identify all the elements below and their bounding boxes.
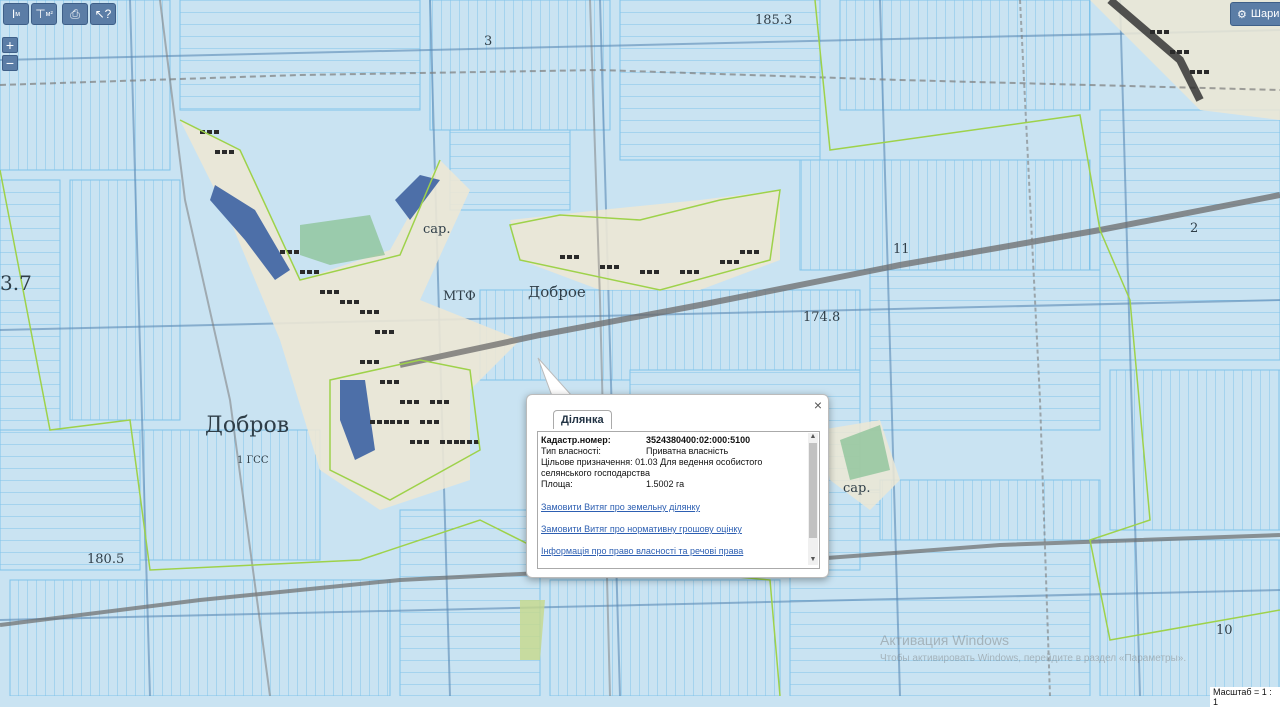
measure-area-button[interactable]: ⊤ м² <box>31 3 57 25</box>
map-label: 3 <box>484 34 492 49</box>
zoom-in-button[interactable]: + <box>2 37 18 53</box>
area-label: Площа: <box>541 479 573 489</box>
popup-scrollbar[interactable]: ▲ ▼ <box>808 433 818 565</box>
map-label: 2 <box>1190 221 1198 236</box>
cadastral-label: Кадастр.номер: <box>541 435 611 445</box>
map-label: 185.3 <box>755 13 792 28</box>
cadastral-value: 3524380400:02:000:5100 <box>646 435 751 445</box>
area-value: 1.5002 га <box>646 479 685 489</box>
order-valuation-extract-link[interactable]: Замовити Витяг про нормативну грошову оц… <box>541 524 803 534</box>
map-label: 3.7 <box>0 271 32 295</box>
map-label: МТФ <box>443 289 476 304</box>
map-label: сар. <box>843 481 871 496</box>
ownership-row: Тип власності: Приватна власність <box>541 446 803 457</box>
ownership-info-link[interactable]: Інформація про право власності та речові… <box>541 546 803 556</box>
gear-icon: ⚙ <box>1237 8 1247 21</box>
zoom-out-button[interactable]: − <box>2 55 18 71</box>
map-label: сар. <box>423 222 451 237</box>
map-label: 1 ГСС <box>237 455 269 466</box>
map-label: 174.8 <box>803 310 840 325</box>
popup-panel: Кадастр.номер: 3524380400:02:000:5100 Ти… <box>537 431 820 569</box>
zoom-control: + − <box>2 37 18 71</box>
parcel-info: Кадастр.номер: 3524380400:02:000:5100 Ти… <box>541 435 803 556</box>
layers-button[interactable]: ⚙ Шари <box>1230 2 1280 26</box>
parcel-popup: × Ділянка Кадастр.номер: 3524380400:02:0… <box>526 394 829 578</box>
cadastral-map[interactable]: Добров Доброе МТФ 174.8 180.5 185.3 сар. сар. 3.… <box>0 0 1280 696</box>
map-label: 11 <box>893 242 910 257</box>
tools-toolbar: ⎙ ↖? <box>62 3 116 25</box>
order-parcel-extract-link[interactable]: Замовити Витяг про земельну ділянку <box>541 502 803 512</box>
identify-icon[interactable]: ↖? <box>90 3 116 25</box>
scroll-thumb[interactable] <box>809 443 817 538</box>
map-label: Доброе <box>528 283 586 301</box>
windows-watermark-subtitle: Чтобы активировать Windows, перейдите в … <box>880 653 1187 664</box>
scroll-up-icon[interactable]: ▲ <box>808 433 818 442</box>
ownership-value: Приватна власність <box>646 446 729 456</box>
area-row: Площа: 1.5002 га <box>541 479 803 490</box>
measure-length-button[interactable]: Iм <box>3 3 29 25</box>
map-label: 180.5 <box>87 552 124 567</box>
ownership-label: Тип власності: <box>541 446 601 456</box>
layers-label: Шари <box>1250 8 1280 20</box>
tab-parcel[interactable]: Ділянка <box>553 410 612 429</box>
scroll-down-icon[interactable]: ▼ <box>808 556 818 565</box>
measure-toolbar: Iм ⊤ м² <box>3 3 57 25</box>
scale-label: Масштаб = 1 : 1 <box>1210 687 1280 707</box>
purpose-label: Цільове призначення: <box>541 457 633 467</box>
windows-watermark-title: Активация Windows <box>880 632 1010 648</box>
print-icon[interactable]: ⎙ <box>62 3 88 25</box>
cadastral-row: Кадастр.номер: 3524380400:02:000:5100 <box>541 435 803 446</box>
map-label: Добров <box>205 413 289 438</box>
purpose-row: Цільове призначення: 01.03 Для ведення о… <box>541 457 803 479</box>
map-label: 10 <box>1216 623 1233 638</box>
close-icon[interactable]: × <box>814 397 822 413</box>
